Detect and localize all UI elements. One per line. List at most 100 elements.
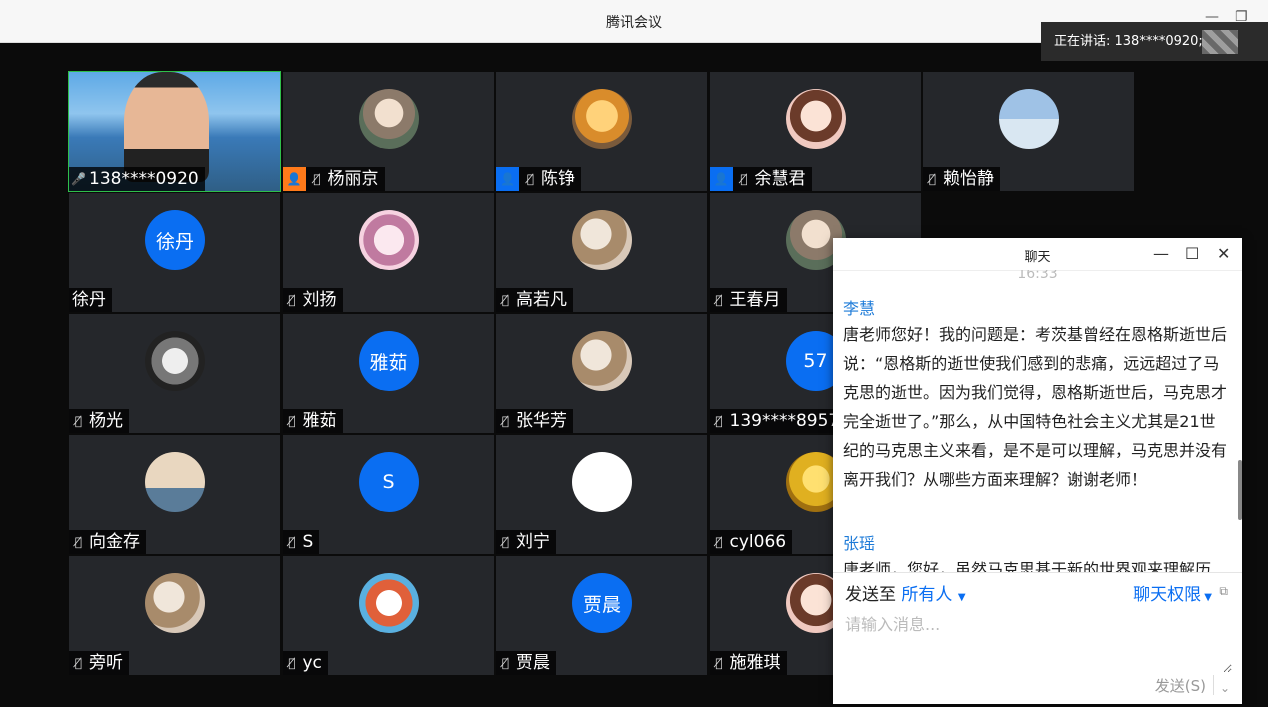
avatar: [572, 452, 632, 512]
mic-muted-icon: 🎙̸: [288, 656, 296, 670]
mic-muted-icon: 🎙̸: [928, 172, 937, 186]
send-options-icon[interactable]: ⌄: [1220, 681, 1230, 695]
participant-label: 🎙̸ 贾晨: [496, 651, 556, 675]
participant-label: 🎙̸ yc: [282, 651, 328, 675]
participant-tile[interactable]: 🎙̸ 赖怡静: [923, 72, 1134, 191]
mic-muted-icon: 🎙̸: [74, 656, 83, 670]
avatar: [572, 331, 632, 391]
participant-name: 高若凡: [516, 290, 567, 310]
avatar: [145, 452, 205, 512]
participant-tile[interactable]: S 🎙̸ S: [282, 435, 494, 554]
participant-tile[interactable]: 徐丹 徐丹: [69, 193, 280, 312]
chat-title: 聊天: [1024, 250, 1051, 265]
participant-label: 🎙̸ 向金存: [69, 530, 146, 554]
chat-minimize-icon[interactable]: —: [1153, 244, 1169, 263]
participant-name: 贾晨: [516, 653, 550, 673]
participant-name: 陈铮: [541, 169, 575, 189]
send-button[interactable]: 发送(S): [1155, 675, 1206, 696]
chat-title-bar[interactable]: 聊天 — ☐ ✕: [833, 238, 1242, 271]
mic-muted-icon: 🎙̸: [715, 656, 723, 670]
participant-label: 🎙̸ 旁听: [69, 651, 129, 675]
participant-name: 138****0920: [89, 169, 199, 189]
participant-label: 🎙̸ 高若凡: [496, 288, 573, 312]
person-icon: 👤: [709, 167, 733, 191]
send-to-selector[interactable]: 发送至 所有人 ▼: [845, 580, 966, 605]
chat-permission-label: 聊天权限: [1133, 585, 1202, 605]
participant-label: 🎙̸ cyl066: [709, 530, 793, 554]
avatar-text: 贾晨: [582, 593, 621, 616]
participant-tile[interactable]: 🎙̸ 向金存: [69, 435, 280, 554]
message-input[interactable]: [843, 609, 1232, 673]
participant-name: cyl066: [729, 532, 787, 552]
mosaic-blur: [1202, 30, 1238, 54]
participant-tile[interactable]: 👤 🎙̸ 陈铮: [496, 72, 707, 191]
mic-muted-icon: 🎙̸: [288, 293, 296, 307]
avatar: S: [358, 452, 419, 512]
chat-messages[interactable]: 16:33 李慧 唐老师您好！我的问题是：考茨基曾经在恩格斯逝世后说：“恩格斯的…: [833, 270, 1242, 572]
avatar: 雅茹: [358, 331, 419, 391]
participant-name: S: [302, 532, 314, 552]
caret-down-icon: ▼: [1201, 592, 1212, 603]
participant-tile[interactable]: 🎙̸ 刘扬: [282, 193, 494, 312]
caret-down-icon[interactable]: ▼: [958, 592, 966, 603]
participant-tile[interactable]: 🎙̸ 杨光: [69, 314, 280, 433]
message-sender: 李慧: [843, 299, 876, 318]
chat-close-icon[interactable]: ✕: [1217, 244, 1230, 263]
mic-muted-icon: 🎙̸: [740, 172, 748, 186]
mic-muted-icon: 🎙̸: [74, 414, 83, 428]
participant-name: 余慧君: [754, 169, 806, 189]
participant-name: 旁听: [89, 653, 123, 673]
participant-name: 向金存: [89, 532, 140, 552]
avatar: 徐丹: [145, 210, 205, 270]
participant-tile[interactable]: 贾晨 🎙̸ 贾晨: [496, 556, 707, 675]
participant-tile[interactable]: 雅茹 🎙̸ 雅茹: [282, 314, 494, 433]
participant-label: 🎙̸ 139****8957: [709, 409, 846, 433]
participant-label: 🎙̸ 雅茹: [282, 409, 343, 433]
chat-composer: 发送至 所有人 ▼ 聊天权限 ▼ ⧉ 发送(S) ⌄: [833, 572, 1242, 704]
participant-label: 🎙̸ 张华芳: [496, 409, 573, 433]
avatar: [145, 331, 205, 391]
participant-name: 刘扬: [302, 290, 337, 310]
participant-label: 🎤 138****0920: [69, 167, 205, 191]
speaking-indicator: 正在讲话: 138****0920;: [1041, 22, 1268, 61]
chat-scrollbar[interactable]: [1238, 460, 1242, 520]
send-to-value[interactable]: 所有人: [901, 585, 952, 605]
video-person: [124, 72, 209, 182]
popout-icon[interactable]: ⧉: [1219, 584, 1228, 599]
participant-label: 🎙̸ S: [282, 530, 320, 554]
speaking-text: 正在讲话: 138****0920;: [1054, 34, 1203, 49]
participant-tile[interactable]: 👤 🎙̸ 杨丽京: [282, 72, 494, 191]
participant-name: 张华芳: [516, 411, 567, 431]
participant-tile[interactable]: 🎙̸ 旁听: [69, 556, 280, 675]
participant-label: 徐丹: [69, 288, 112, 312]
mic-muted-icon: 🎙̸: [74, 535, 83, 549]
message-text: 唐老师您好！我的问题是：考茨基曾经在恩格斯逝世后说：“恩格斯的逝世使我们感到的悲…: [843, 325, 1228, 489]
avatar: [999, 89, 1059, 149]
avatar: 贾晨: [572, 573, 632, 633]
mic-muted-icon: 🎙̸: [313, 172, 321, 186]
participant-name: 徐丹: [72, 290, 106, 310]
participant-label: 🎙̸ 杨光: [69, 409, 129, 433]
avatar-text: 徐丹: [155, 230, 194, 253]
participant-name: 雅茹: [302, 411, 337, 431]
avatar-text: 57: [803, 350, 828, 372]
participant-label: 🎙̸ 刘宁: [496, 530, 556, 554]
participant-tile[interactable]: 🎙̸ 刘宁: [496, 435, 707, 554]
participant-name: yc: [302, 653, 322, 673]
mic-muted-icon: 🎙̸: [715, 414, 723, 428]
avatar-text: 雅茹: [369, 351, 408, 374]
participant-tile[interactable]: 🎙̸ 高若凡: [496, 193, 707, 312]
mic-muted-icon: 🎙̸: [715, 535, 723, 549]
mic-muted-icon: 🎙̸: [526, 172, 535, 186]
participant-tile[interactable]: 🎙̸ 张华芳: [496, 314, 707, 433]
chat-maximize-icon[interactable]: ☐: [1185, 244, 1199, 263]
participant-tile[interactable]: 👤 🎙̸ 余慧君: [709, 72, 921, 191]
chat-permission-button[interactable]: 聊天权限 ▼: [1133, 580, 1212, 605]
participant-tile[interactable]: 🎤 138****0920: [68, 71, 281, 192]
participant-name: 杨光: [89, 411, 123, 431]
mic-muted-icon: 🎙̸: [501, 414, 510, 428]
participant-tile[interactable]: 🎙̸ yc: [282, 556, 494, 675]
chat-window[interactable]: 聊天 — ☐ ✕ 16:33 李慧 唐老师您好！我的问题是：考茨基曾经在恩格斯逝…: [833, 238, 1242, 704]
avatar: [358, 210, 419, 270]
avatar: [572, 89, 632, 149]
